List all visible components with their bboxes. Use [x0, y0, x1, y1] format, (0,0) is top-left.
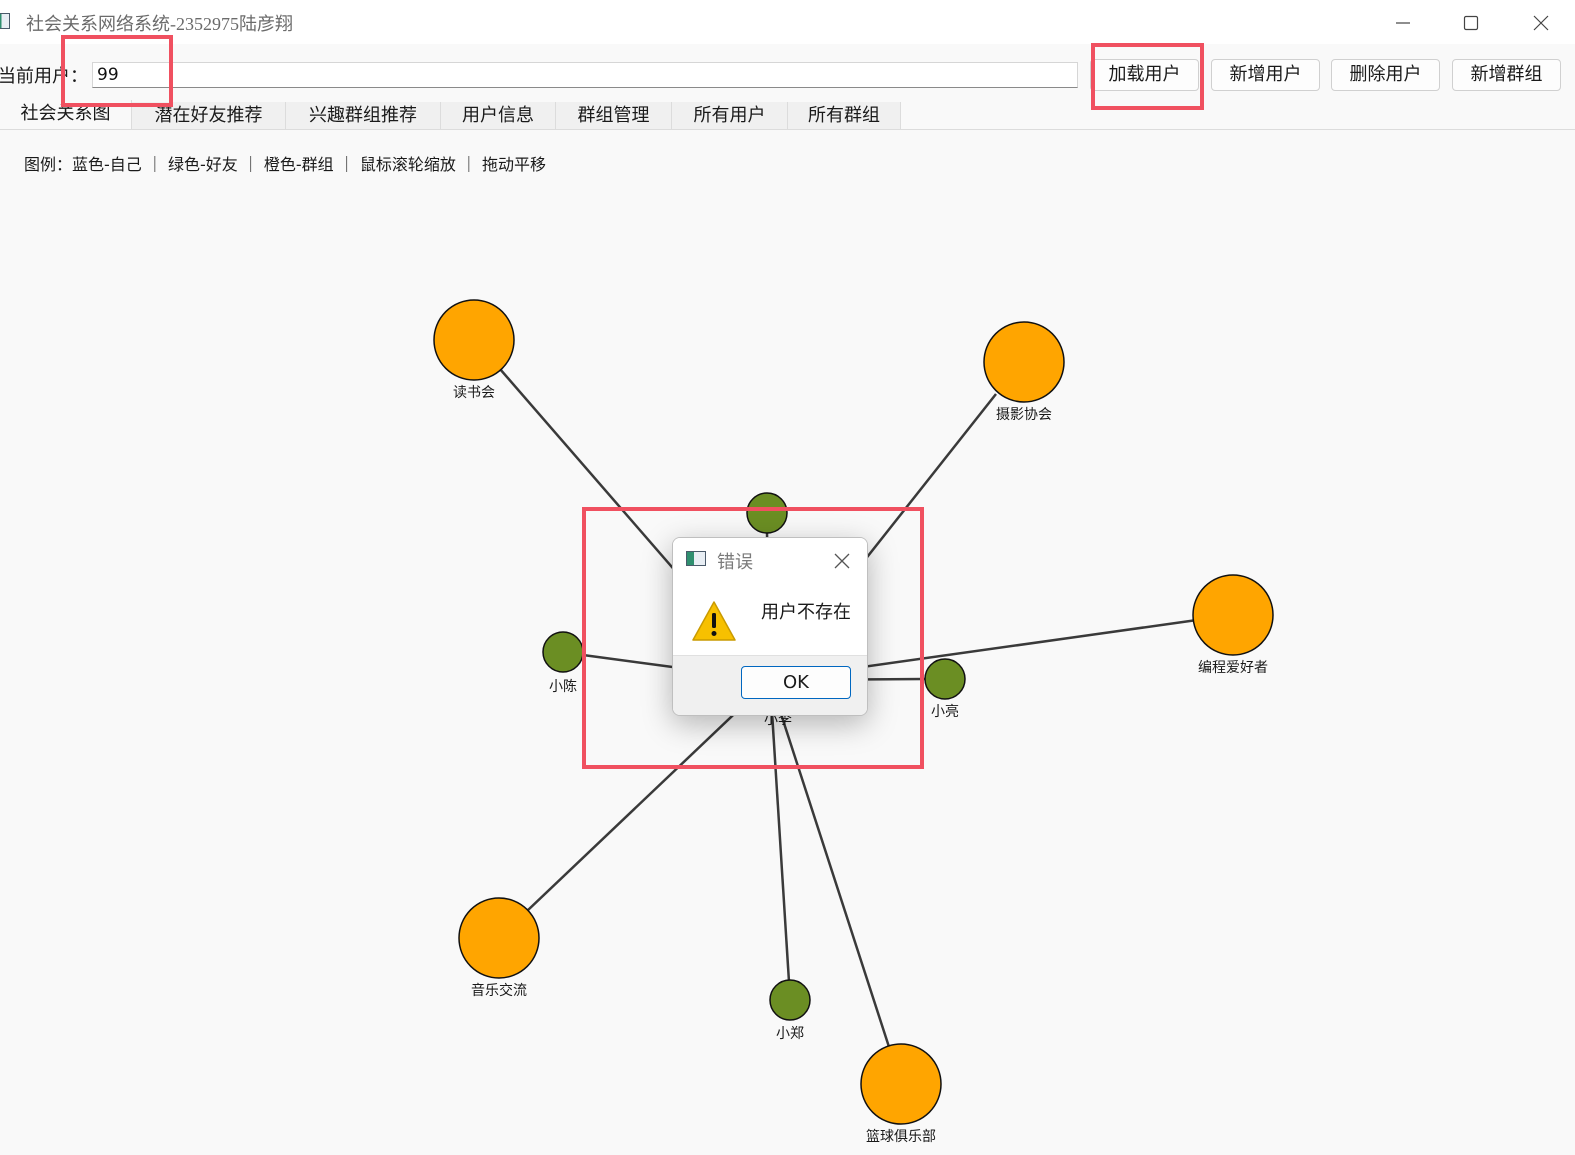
friend-node-xiaozheng[interactable] [769, 979, 811, 1021]
group-node-coding[interactable] [1192, 574, 1274, 656]
group-label-basketball: 篮球俱乐部 [866, 1129, 936, 1145]
annotation-box-error-dialog [582, 507, 924, 769]
friend-node-xiaoliang[interactable] [924, 658, 966, 700]
group-label-photo-club: 摄影协会 [996, 407, 1052, 423]
group-node-photo-club[interactable] [983, 321, 1065, 403]
group-label-coding: 编程爱好者 [1198, 660, 1268, 676]
group-node-music[interactable] [458, 897, 540, 979]
group-label-reading-club: 读书会 [453, 384, 495, 401]
friend-label-xiaoliang: 小亮 [931, 703, 959, 720]
friend-label-xiaochen: 小陈 [549, 678, 577, 695]
friend-node-xiaochen[interactable] [542, 631, 584, 673]
group-label-music: 音乐交流 [471, 982, 527, 999]
friend-label-xiaozheng: 小郑 [776, 1026, 804, 1042]
group-node-reading-club[interactable] [433, 299, 515, 381]
annotation-box-user-input [61, 35, 173, 107]
annotation-box-load-button [1091, 43, 1204, 110]
group-node-basketball[interactable] [860, 1043, 942, 1125]
